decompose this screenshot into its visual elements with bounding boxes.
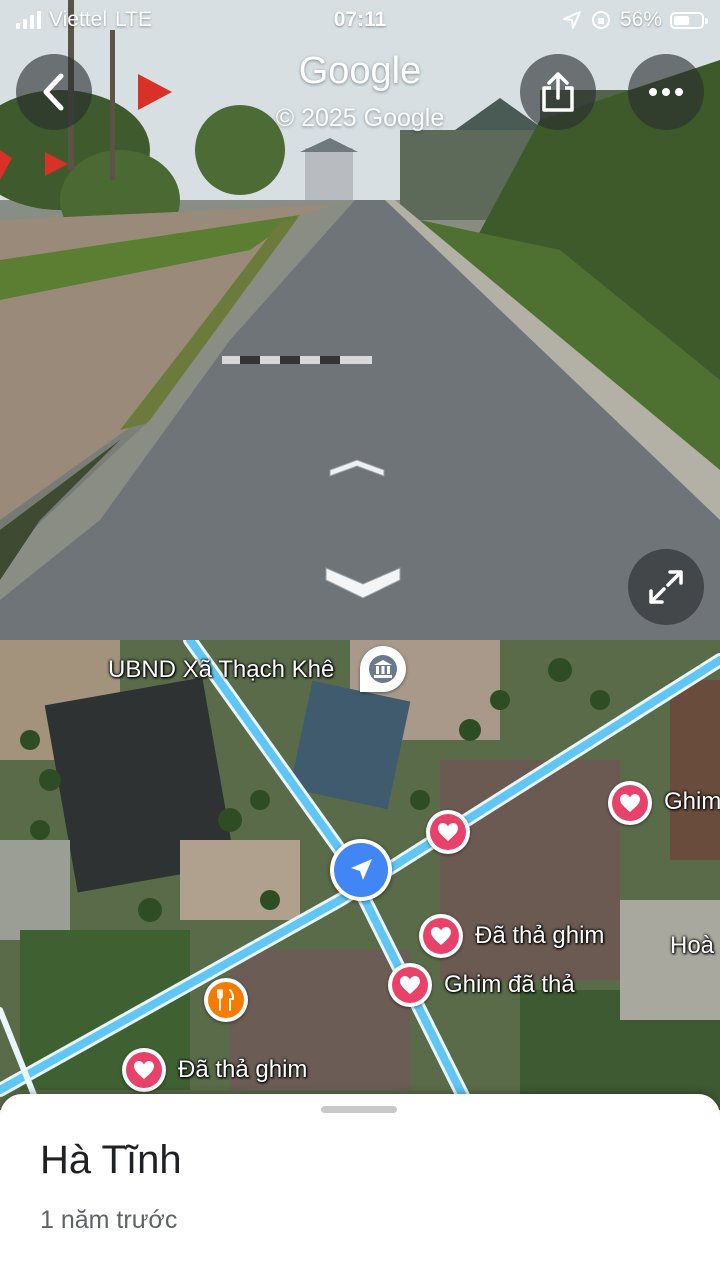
network-type: LTE <box>115 8 152 31</box>
map-label-hoa-partial: Hoà <box>670 932 715 959</box>
current-location-marker[interactable] <box>330 839 392 901</box>
satellite-map[interactable]: UBND Xã Thạch Khê Ghim Đã thả ghim Hoà G… <box>0 640 720 1110</box>
heart-icon <box>438 823 458 841</box>
navigation-arrow-icon <box>351 859 372 880</box>
saved-pin-heart[interactable] <box>388 963 432 1007</box>
government-building-icon <box>369 655 397 683</box>
expand-icon <box>649 570 683 604</box>
battery-icon <box>670 11 708 29</box>
saved-pin-heart[interactable] <box>608 781 652 825</box>
restaurant-pin[interactable] <box>204 978 248 1022</box>
share-button[interactable] <box>520 54 596 130</box>
move-backward-button[interactable] <box>320 560 406 609</box>
map-label-ghim-da-tha: Ghim đã thả <box>444 971 575 998</box>
copyright-label: © 2025 Google <box>275 104 445 132</box>
saved-pin-heart[interactable] <box>122 1048 166 1092</box>
heart-icon <box>400 976 420 994</box>
map-label-ubnd: UBND Xã Thạch Khê <box>108 656 335 683</box>
battery-percent: 56% <box>619 8 662 31</box>
place-bottom-sheet[interactable]: Hà Tĩnh 1 năm trước <box>0 1094 720 1281</box>
heart-icon <box>620 794 640 812</box>
signal-strength-icon <box>16 11 41 29</box>
heart-icon <box>134 1061 154 1079</box>
map-label-da-tha-ghim: Đã thả ghim <box>475 922 605 949</box>
place-title: Hà Tĩnh <box>40 1138 182 1182</box>
heart-icon <box>431 927 451 945</box>
move-forward-button[interactable] <box>320 452 394 487</box>
place-timestamp: 1 năm trước <box>40 1206 178 1234</box>
status-bar: Viettel LTE 07:11 56% <box>0 0 720 40</box>
expand-button[interactable] <box>628 549 704 625</box>
chevron-up-icon <box>329 459 385 477</box>
map-label-da-tha-ghim-2: Đã thả ghim <box>178 1056 308 1083</box>
saved-pin-heart[interactable] <box>426 810 470 854</box>
orientation-lock-icon <box>591 11 610 29</box>
google-brand-label: Google <box>298 50 422 92</box>
chevron-down-icon <box>325 567 401 599</box>
government-place-pin[interactable] <box>360 646 406 692</box>
street-scene <box>0 0 720 640</box>
more-horizontal-icon <box>649 88 683 96</box>
location-services-icon <box>562 11 581 29</box>
map-label-ghim-partial: Ghim <box>664 788 720 815</box>
street-view-panorama[interactable]: Viettel LTE 07:11 56% Google © 2025 Goog… <box>0 0 720 640</box>
carrier-name: Viettel <box>49 8 107 31</box>
fork-knife-icon <box>217 989 234 1011</box>
drag-handle[interactable] <box>321 1106 397 1113</box>
share-icon <box>542 72 574 112</box>
more-options-button[interactable] <box>628 54 704 130</box>
saved-pin-heart[interactable] <box>419 914 463 958</box>
